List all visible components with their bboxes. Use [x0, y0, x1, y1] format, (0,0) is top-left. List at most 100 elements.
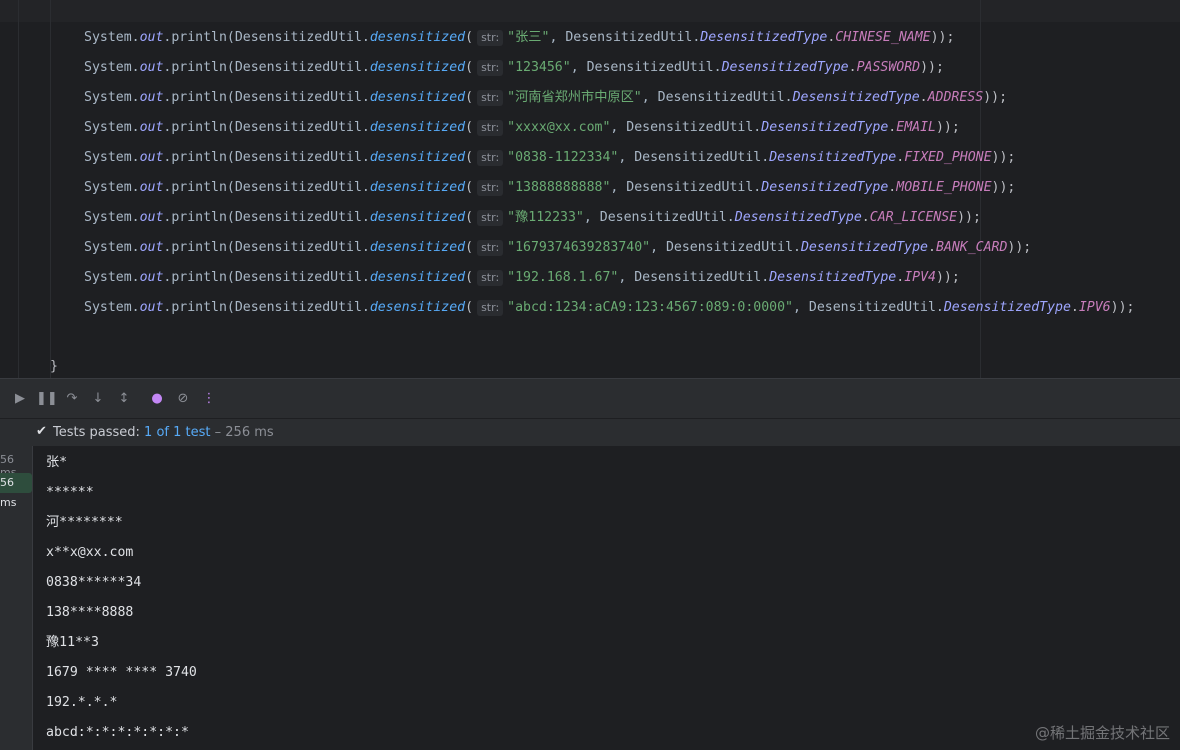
code-token: MOBILE_PHONE [896, 180, 992, 195]
code-token: "xxxx@xx.com" [507, 120, 611, 135]
code-token: "张三" [507, 30, 550, 45]
code-token: out [139, 270, 164, 285]
code-token: )); [1110, 300, 1135, 315]
run-toolbar: ▶ ❚❚ ↷ ↓ ↕ ● ⊘ ⋮ [0, 378, 1180, 419]
step-out-icon[interactable]: ↕ [114, 389, 134, 409]
code-line: System.out.println(DesensitizedUtil.dese… [84, 208, 981, 228]
code-token: "123456" [507, 60, 571, 75]
code-token: , DesensitizedUtil. [570, 60, 722, 75]
code-token: "河南省郑州市中原区" [507, 90, 642, 105]
code-token: .println(DesensitizedUtil. [163, 180, 370, 195]
code-token: . [919, 90, 928, 105]
code-token: .println(DesensitizedUtil. [163, 60, 370, 75]
code-token: out [139, 240, 164, 255]
code-token: desensitized [369, 210, 466, 225]
rerun-icon[interactable]: ▶ [10, 389, 30, 409]
step-over-icon[interactable]: ↷ [62, 389, 82, 409]
code-token: )); [1007, 240, 1032, 255]
code-token: System. [84, 270, 140, 285]
code-token: DesensitizedType [700, 30, 828, 45]
code-token: ( [465, 30, 474, 45]
console-line: 张* [46, 455, 68, 470]
code-token: IPV4 [904, 270, 936, 285]
code-token: DesensitizedType [800, 240, 928, 255]
code-line: System.out.println(DesensitizedUtil.dese… [84, 58, 944, 78]
code-token: DesensitizedType [769, 150, 897, 165]
param-hint: str: [477, 180, 504, 196]
code-token: out [139, 120, 164, 135]
code-token: out [139, 210, 164, 225]
code-token: .println(DesensitizedUtil. [163, 210, 370, 225]
more-vertical-icon[interactable]: ⋮ [199, 389, 219, 409]
code-token: .println(DesensitizedUtil. [163, 300, 370, 315]
code-token: )); [935, 120, 960, 135]
code-token: . [896, 150, 905, 165]
indent-guide [50, 0, 51, 378]
code-line: System.out.println(DesensitizedUtil.dese… [84, 88, 1007, 108]
code-token: System. [84, 120, 140, 135]
code-token: . [896, 270, 905, 285]
code-token: "0838-1122334" [507, 150, 619, 165]
code-token: ( [465, 240, 474, 255]
console-line: ****** [46, 485, 94, 500]
console-line: 豫11**3 [46, 635, 99, 650]
code-token: ( [465, 270, 474, 285]
code-token: PASSWORD [856, 60, 921, 75]
code-token: System. [84, 60, 140, 75]
code-token: , DesensitizedUtil. [641, 90, 793, 105]
code-token: desensitized [369, 30, 466, 45]
test-result-summary: Tests passed: 1 of 1 test – 256 ms [53, 425, 274, 440]
param-hint: str: [477, 150, 504, 166]
code-token: desensitized [369, 150, 466, 165]
code-token: , DesensitizedUtil. [610, 120, 762, 135]
code-token: .println(DesensitizedUtil. [163, 90, 370, 105]
code-token: , DesensitizedUtil. [618, 150, 770, 165]
code-token: ( [465, 210, 474, 225]
code-editor[interactable]: System.out.println(DesensitizedUtil.dese… [0, 0, 1180, 378]
code-token: out [139, 30, 164, 45]
code-line: System.out.println(DesensitizedUtil.dese… [84, 148, 1015, 168]
code-token: DesensitizedType [792, 90, 920, 105]
code-token: ( [465, 90, 474, 105]
code-token: DesensitizedType [943, 300, 1071, 315]
code-token: .println(DesensitizedUtil. [163, 240, 370, 255]
code-token: CAR_LICENSE [869, 210, 958, 225]
console-line: 138****8888 [46, 605, 134, 620]
planet-icon[interactable]: ● [147, 389, 167, 409]
code-token: .println(DesensitizedUtil. [163, 150, 370, 165]
param-hint: str: [477, 270, 504, 286]
code-token: .println(DesensitizedUtil. [163, 30, 370, 45]
code-token: "13888888888" [507, 180, 611, 195]
pause-icon[interactable]: ❚❚ [36, 389, 58, 409]
code-token: out [139, 300, 164, 315]
code-token: DesensitizedType [761, 180, 889, 195]
code-token: "192.168.1.67" [507, 270, 619, 285]
step-into-icon[interactable]: ↓ [88, 389, 108, 409]
check-icon: ✔ [36, 424, 47, 439]
code-token: out [139, 150, 164, 165]
editor-top-strip [0, 0, 1180, 22]
code-token: . [848, 60, 857, 75]
code-token: desensitized [369, 180, 466, 195]
code-token: )); [991, 150, 1016, 165]
param-hint: str: [477, 240, 504, 256]
code-token: ADDRESS [927, 90, 984, 105]
code-token: System. [84, 150, 140, 165]
planet-off-icon[interactable]: ⊘ [173, 389, 193, 409]
console-line: 1679 **** **** 3740 [46, 665, 197, 680]
code-token: DesensitizedType [721, 60, 849, 75]
console-line: 河******** [46, 515, 123, 530]
code-token: ( [465, 120, 474, 135]
closing-brace: } [50, 359, 58, 374]
code-token: , DesensitizedUtil. [549, 30, 701, 45]
console-output[interactable]: 张* ****** 河******** x**x@xx.com 0838******34… [33, 446, 1180, 750]
code-token: System. [84, 90, 140, 105]
code-token: System. [84, 300, 140, 315]
code-token: )); [935, 270, 960, 285]
param-hint: str: [477, 120, 504, 136]
console-line: 192.*.*.* [46, 695, 118, 710]
test-tree-item-selected[interactable]: 56 ms [0, 473, 32, 509]
code-token: DesensitizedType [761, 120, 889, 135]
console-line: 0838******34 [46, 575, 142, 590]
watermark: @稀土掘金技术社区 [1034, 724, 1170, 742]
